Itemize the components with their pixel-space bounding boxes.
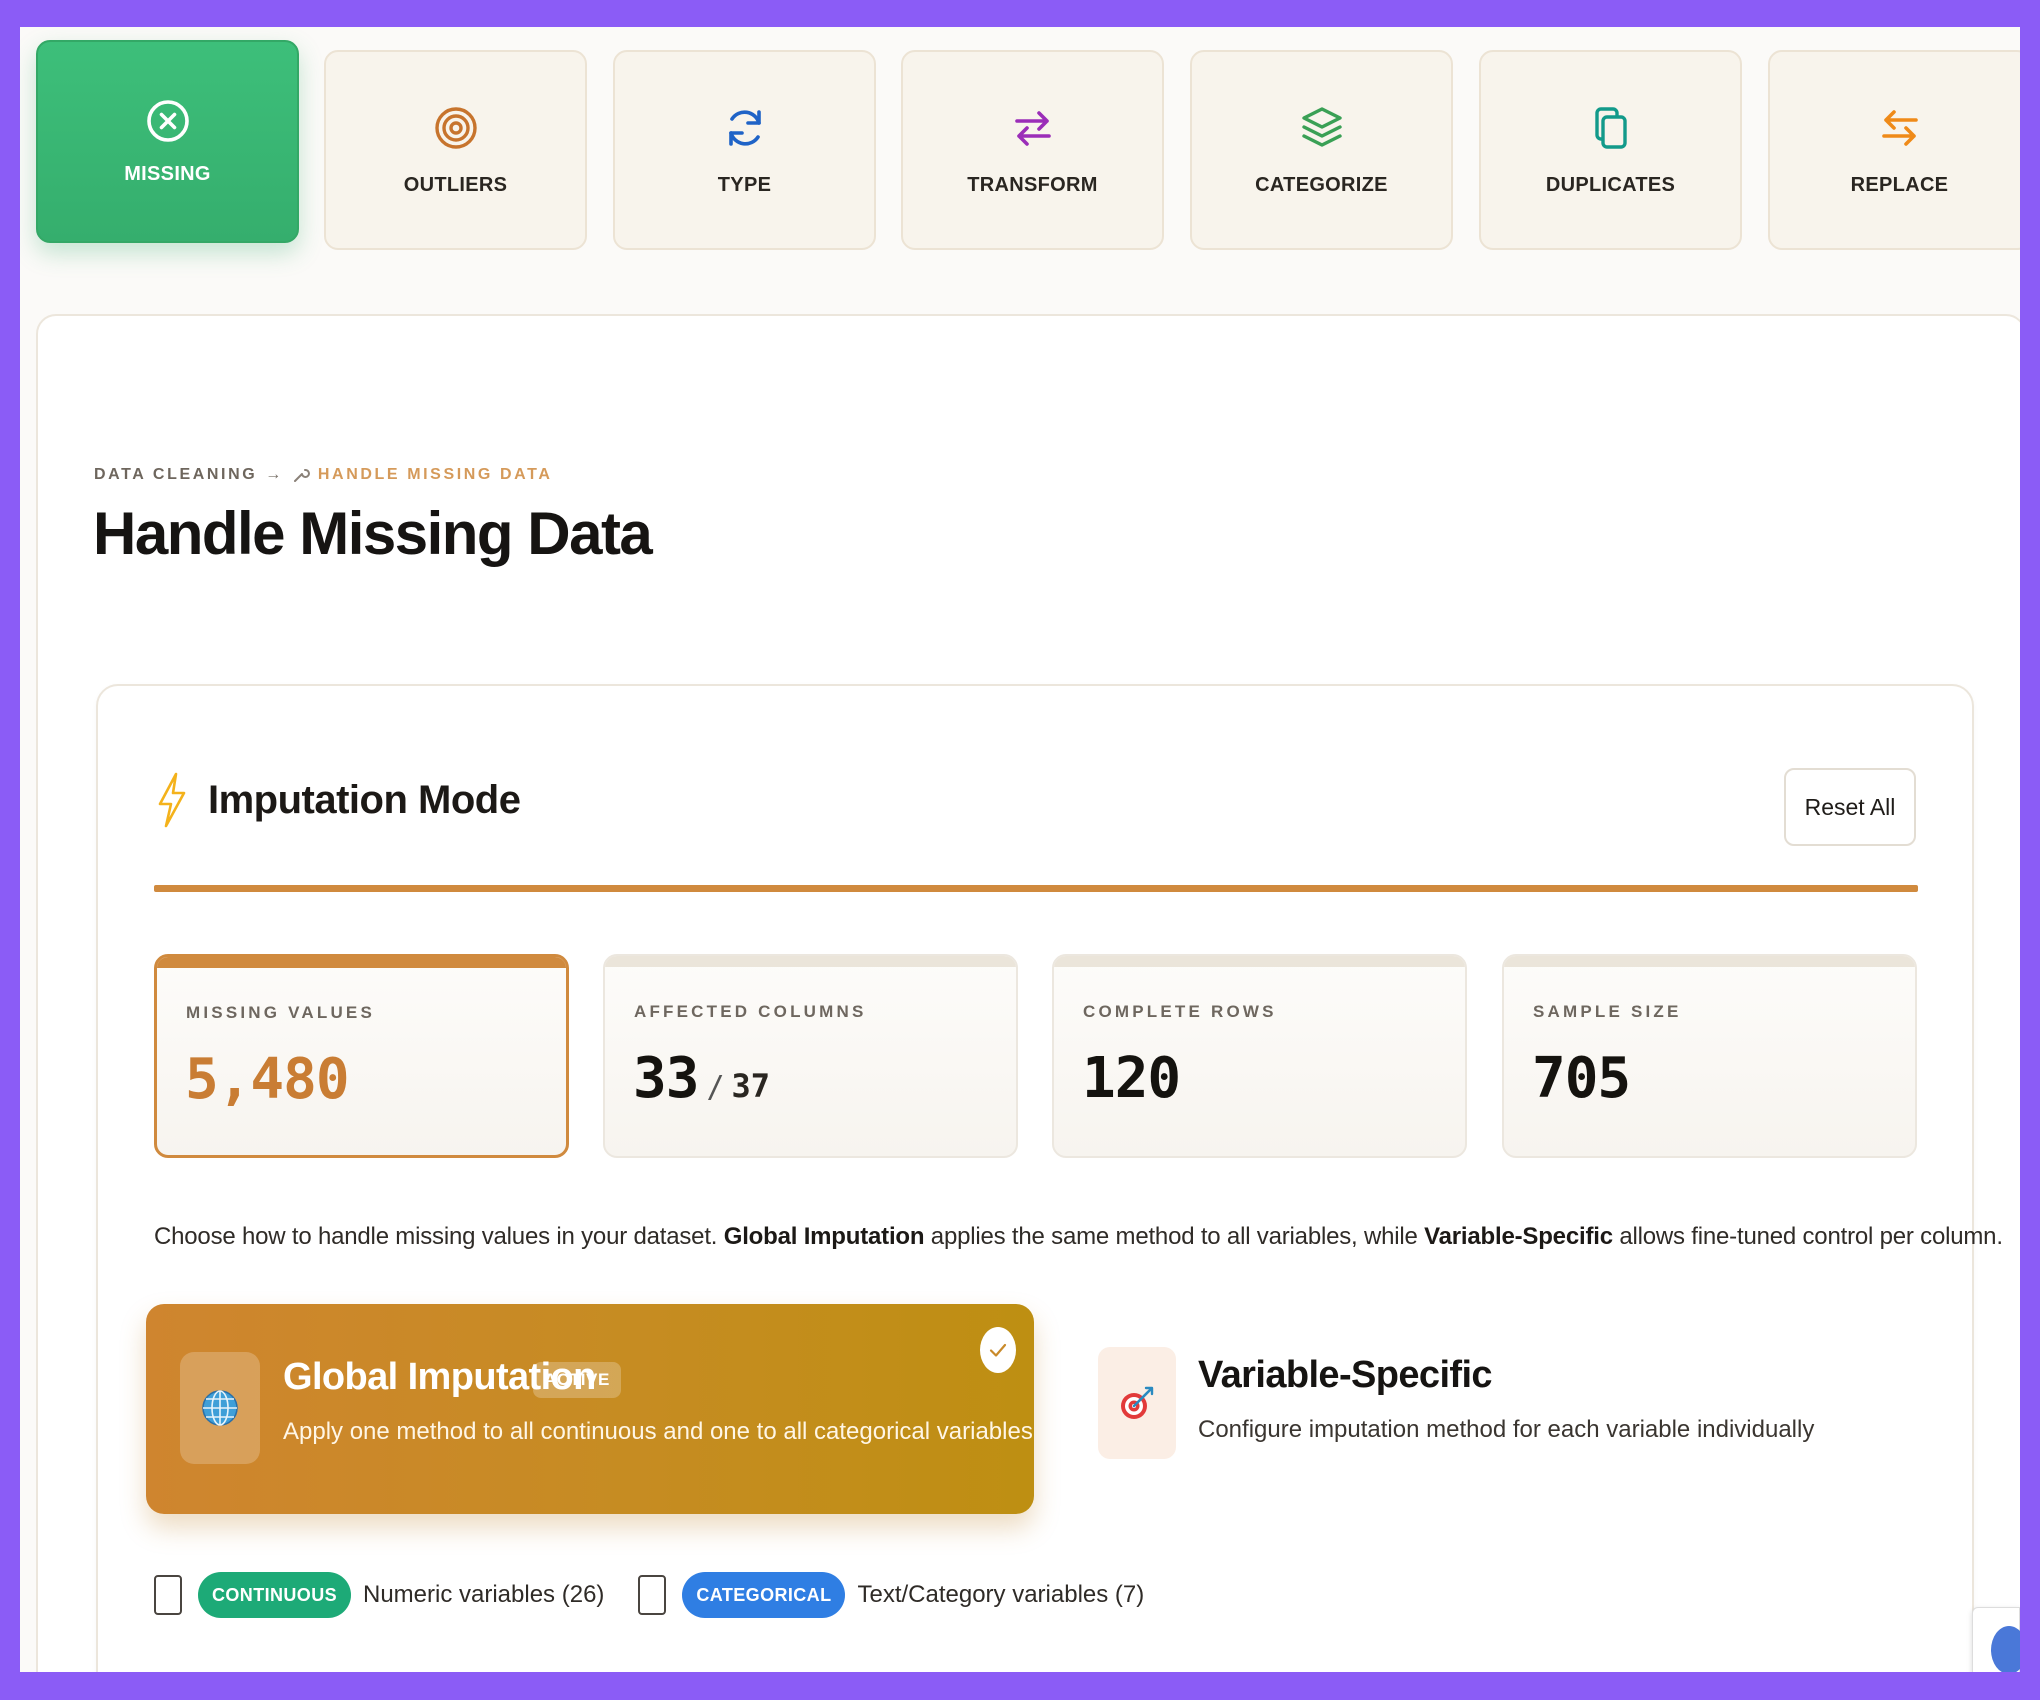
stat-label: MISSING VALUES xyxy=(186,1003,376,1022)
imputation-header: Imputation Mode xyxy=(154,771,521,829)
recaptcha-badge[interactable] xyxy=(1972,1607,2020,1672)
breadcrumb-current: HANDLE MISSING DATA xyxy=(317,466,553,483)
copy-icon xyxy=(1594,106,1627,149)
refresh-icon xyxy=(728,109,761,146)
stat-label: AFFECTED COLUMNS xyxy=(634,1002,867,1021)
tab-duplicates[interactable]: DUPLICATES xyxy=(1479,50,1742,250)
tab-label: TRANSFORM xyxy=(967,173,1098,196)
circle-x-icon xyxy=(146,100,189,142)
desc-text: applies the same method to all variables… xyxy=(924,1223,1425,1250)
target-icon xyxy=(434,106,477,149)
desc-text: Choose how to handle missing values in y… xyxy=(154,1223,724,1250)
global-imputation-description: Apply one method to all continuous and o… xyxy=(283,1418,1033,1445)
tab-label: TYPE xyxy=(717,173,772,196)
tab-label: OUTLIERS xyxy=(403,173,508,196)
mode-description: Choose how to handle missing values in y… xyxy=(154,1223,2003,1251)
variable-specific-option[interactable]: Variable-Specific Configure imputation m… xyxy=(1098,1344,1858,1464)
tab-categorize[interactable]: CATEGORIZE xyxy=(1190,50,1453,250)
stat-value: 33 xyxy=(633,1046,699,1111)
tab-replace[interactable]: REPLACE xyxy=(1768,50,2020,250)
tab-type[interactable]: TYPE xyxy=(613,50,876,250)
replace-icon xyxy=(1881,109,1918,146)
variable-specific-description: Configure imputation method for each var… xyxy=(1198,1416,1815,1443)
page-title: Handle Missing Data xyxy=(93,500,653,567)
variable-specific-title: Variable-Specific xyxy=(1198,1354,1493,1396)
continuous-label: Numeric variables (26) xyxy=(363,1581,605,1608)
categorical-pill: CATEGORICAL xyxy=(682,1572,846,1618)
tab-label: DUPLICATES xyxy=(1545,173,1676,196)
stat-slash: / xyxy=(706,1070,724,1105)
tab-label: CATEGORIZE xyxy=(1255,173,1388,196)
app-frame: MISSING OUTLIERS TYPE TRANSFORM CATEGORI… xyxy=(20,27,2020,1672)
continuous-checkbox[interactable] xyxy=(154,1575,182,1615)
reset-all-button[interactable]: Reset All xyxy=(1784,768,1916,846)
stat-value-group: 33/37 xyxy=(633,1046,770,1111)
active-badge: ACTIVE xyxy=(533,1362,621,1398)
desc-bold-variable: Variable-Specific xyxy=(1424,1223,1613,1250)
global-imputation-option[interactable]: Global Imputation ACTIVE Apply one metho… xyxy=(146,1304,1034,1514)
imputation-card: Imputation Mode Reset All MISSING VALUES… xyxy=(96,684,2003,1672)
tab-missing[interactable]: MISSING xyxy=(36,40,299,243)
stat-complete-rows: COMPLETE ROWS 120 xyxy=(1052,954,1467,1158)
imputation-title: Imputation Mode xyxy=(208,777,521,822)
cleaning-tabs: MISSING OUTLIERS TYPE TRANSFORM CATEGORI… xyxy=(36,40,2020,250)
stat-sample-size: SAMPLE SIZE 705 xyxy=(1502,954,1917,1158)
stat-missing-values: MISSING VALUES 5,480 xyxy=(154,954,569,1158)
breadcrumb-root[interactable]: DATA CLEANING xyxy=(94,466,257,484)
header-divider xyxy=(154,885,1918,892)
swap-icon xyxy=(1014,110,1051,146)
tab-transform[interactable]: TRANSFORM xyxy=(901,50,1164,250)
categorical-label: Text/Category variables (7) xyxy=(857,1581,1145,1608)
stat-value: 705 xyxy=(1532,1046,1631,1111)
stat-label: COMPLETE ROWS xyxy=(1083,1002,1277,1021)
tab-label: MISSING xyxy=(124,163,211,185)
wrench-icon xyxy=(293,469,310,482)
desc-text: allows fine-tuned control per column. xyxy=(1612,1223,2003,1250)
dart-target-icon xyxy=(1098,1347,1176,1459)
categorical-checkbox[interactable] xyxy=(638,1575,667,1615)
variable-type-filters: CONTINUOUS Numeric variables (26) CATEGO… xyxy=(154,1570,1144,1620)
stat-total: 37 xyxy=(731,1067,771,1105)
tab-label: REPLACE xyxy=(1850,173,1949,196)
stat-value: 5,480 xyxy=(185,1047,350,1112)
breadcrumb-separator: → xyxy=(265,466,284,483)
globe-icon xyxy=(180,1352,260,1464)
desc-bold-global: Global Imputation xyxy=(723,1223,925,1250)
layers-icon xyxy=(1301,106,1342,147)
stat-label: SAMPLE SIZE xyxy=(1533,1002,1682,1021)
stat-affected-columns: AFFECTED COLUMNS 33/37 xyxy=(603,954,1018,1158)
breadcrumb: DATA CLEANING → HANDLE MISSING DATA xyxy=(94,466,552,484)
lightning-icon xyxy=(158,772,186,828)
tab-outliers[interactable]: OUTLIERS xyxy=(324,50,587,250)
continuous-pill: CONTINUOUS xyxy=(198,1572,351,1618)
main-panel: DATA CLEANING → HANDLE MISSING DATA Hand… xyxy=(36,314,2020,1672)
stat-value: 120 xyxy=(1082,1046,1181,1111)
check-icon xyxy=(980,1327,1016,1373)
